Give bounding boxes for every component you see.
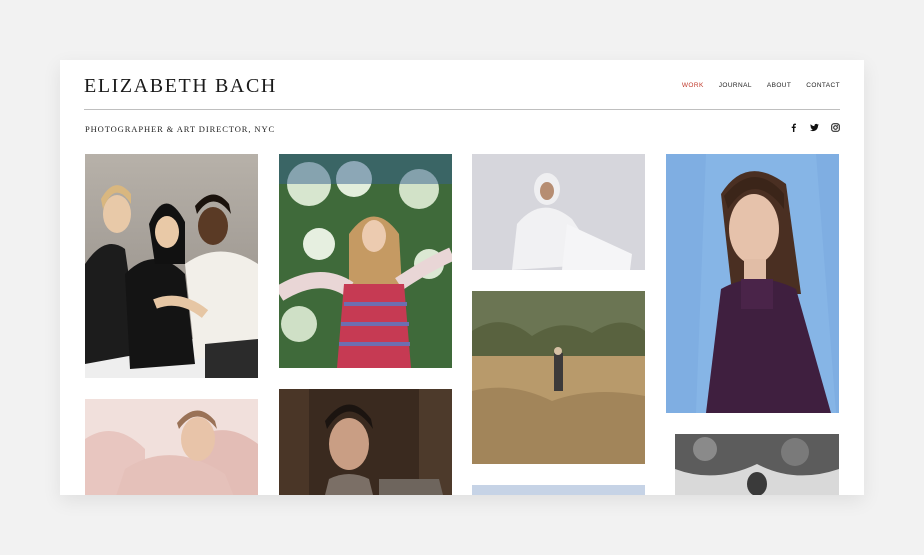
photo-girl-blossoms[interactable] <box>279 154 452 368</box>
photo-purple-turtleneck[interactable] <box>666 154 839 413</box>
site-tagline: PHOTOGRAPHER & ART DIRECTOR, NYC <box>85 124 276 134</box>
photo-tree-bw[interactable] <box>675 434 839 495</box>
site-logo[interactable]: ELIZABETH BACH <box>84 75 277 98</box>
nav-work[interactable]: WORK <box>682 82 704 89</box>
nav-contact[interactable]: CONTACT <box>806 82 840 89</box>
twitter-icon[interactable] <box>809 122 819 132</box>
social-links <box>788 122 840 132</box>
main-nav: WORK JOURNAL ABOUT CONTACT <box>682 82 840 89</box>
photo-sky-partial[interactable] <box>472 485 645 495</box>
website-page: ELIZABETH BACH WORK JOURNAL ABOUT CONTAC… <box>60 60 864 495</box>
photo-tall-grass[interactable] <box>472 291 645 464</box>
photo-group-portrait[interactable] <box>85 154 258 378</box>
photo-man-portrait[interactable] <box>279 389 452 495</box>
photo-pink-feathers[interactable] <box>85 399 258 495</box>
nav-journal[interactable]: JOURNAL <box>719 82 752 89</box>
header-divider <box>84 109 840 110</box>
photo-white-hijab[interactable] <box>472 154 645 270</box>
nav-about[interactable]: ABOUT <box>767 82 791 89</box>
facebook-icon[interactable] <box>788 122 798 132</box>
instagram-icon[interactable] <box>830 122 840 132</box>
